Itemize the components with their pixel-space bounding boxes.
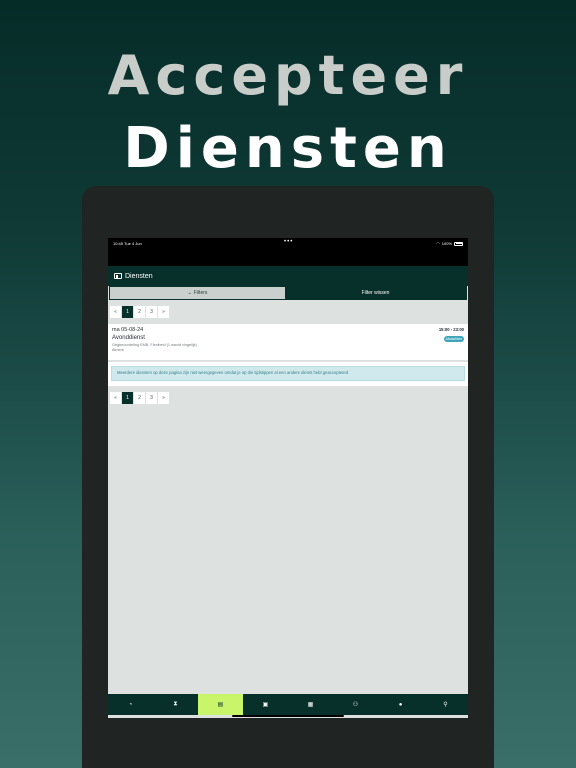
shift-date: ma 05-08-24 [112,327,144,333]
info-notice: Meerdere diensten op deze pagina zijn ni… [111,366,465,381]
pagination-top: « 1 2 3 » [110,306,468,318]
pagination-prev[interactable]: « [110,392,121,404]
app-bar: Diensten [108,266,468,286]
shift-card[interactable]: ma 05-08-24 Avonddienst Gegbeoordeling E… [108,324,468,360]
shift-title: Avonddienst [112,335,145,341]
shift-location: Almere [112,348,125,352]
home-indicator[interactable] [232,715,344,717]
pagination-page-1[interactable]: 1 [122,306,133,318]
id-card-icon [114,273,122,279]
nav-dashboard-icon[interactable]: ◔ [108,694,153,715]
hero-title-line-2: Diensten [123,116,453,181]
hero-title-line-1: Accepteer [107,44,469,107]
tablet-frame: 10:45 Tue 4 Jun ••• ◠ 100% Diensten ⌄ Fi… [82,186,494,768]
nav-shifts-icon[interactable]: ▤ [198,694,243,715]
pagination-prev[interactable]: « [110,306,121,318]
bottom-nav: ◔ ⧗ ▤ ▣ ▦ ⚇ ● ⚲ [108,694,468,715]
notice-container: Meerdere diensten op deze pagina zijn ni… [108,362,468,386]
battery-icon [454,241,463,246]
nav-calendar-icon[interactable]: ▦ [288,694,333,715]
pagination-next[interactable]: » [158,306,169,318]
wifi-icon: ◠ [436,241,440,246]
pagination-bottom: « 1 2 3 » [110,392,468,404]
filter-bar: ⌄ Filters Filter wissen [109,286,467,300]
status-time: 10:45 Tue 4 Jun [113,241,142,246]
status-badge: Afwachten [443,336,464,342]
nav-team-icon[interactable]: ⚇ [333,694,378,715]
multitask-dots-icon[interactable]: ••• [284,239,293,245]
nav-hourglass-icon[interactable]: ⧗ [153,694,198,715]
pagination-page-3[interactable]: 3 [146,392,157,404]
page-title: Diensten [125,272,153,280]
status-battery: ◠ 100% [436,241,463,246]
nav-chat-icon[interactable]: ● [378,694,423,715]
shift-details: Gegbeoordeling EMB, Flexibeid (1 wacht v… [112,343,197,347]
clear-filter-button[interactable]: Filter wissen [285,287,466,299]
pagination-page-2[interactable]: 2 [134,306,145,318]
pagination-page-2[interactable]: 2 [134,392,145,404]
chevron-double-down-icon: ⌄ [187,290,192,296]
pagination-page-1[interactable]: 1 [122,392,133,404]
pagination-next[interactable]: » [158,392,169,404]
app-screen: 10:45 Tue 4 Jun ••• ◠ 100% Diensten ⌄ Fi… [108,238,468,718]
filters-toggle-button[interactable]: ⌄ Filters [110,287,285,299]
shift-time-range: 15:00 - 23:00 [438,327,464,332]
nav-profile-icon[interactable]: ⚲ [423,694,468,715]
status-bar: 10:45 Tue 4 Jun ••• ◠ 100% [108,238,468,266]
nav-id-card-icon[interactable]: ▣ [243,694,288,715]
pagination-page-3[interactable]: 3 [146,306,157,318]
